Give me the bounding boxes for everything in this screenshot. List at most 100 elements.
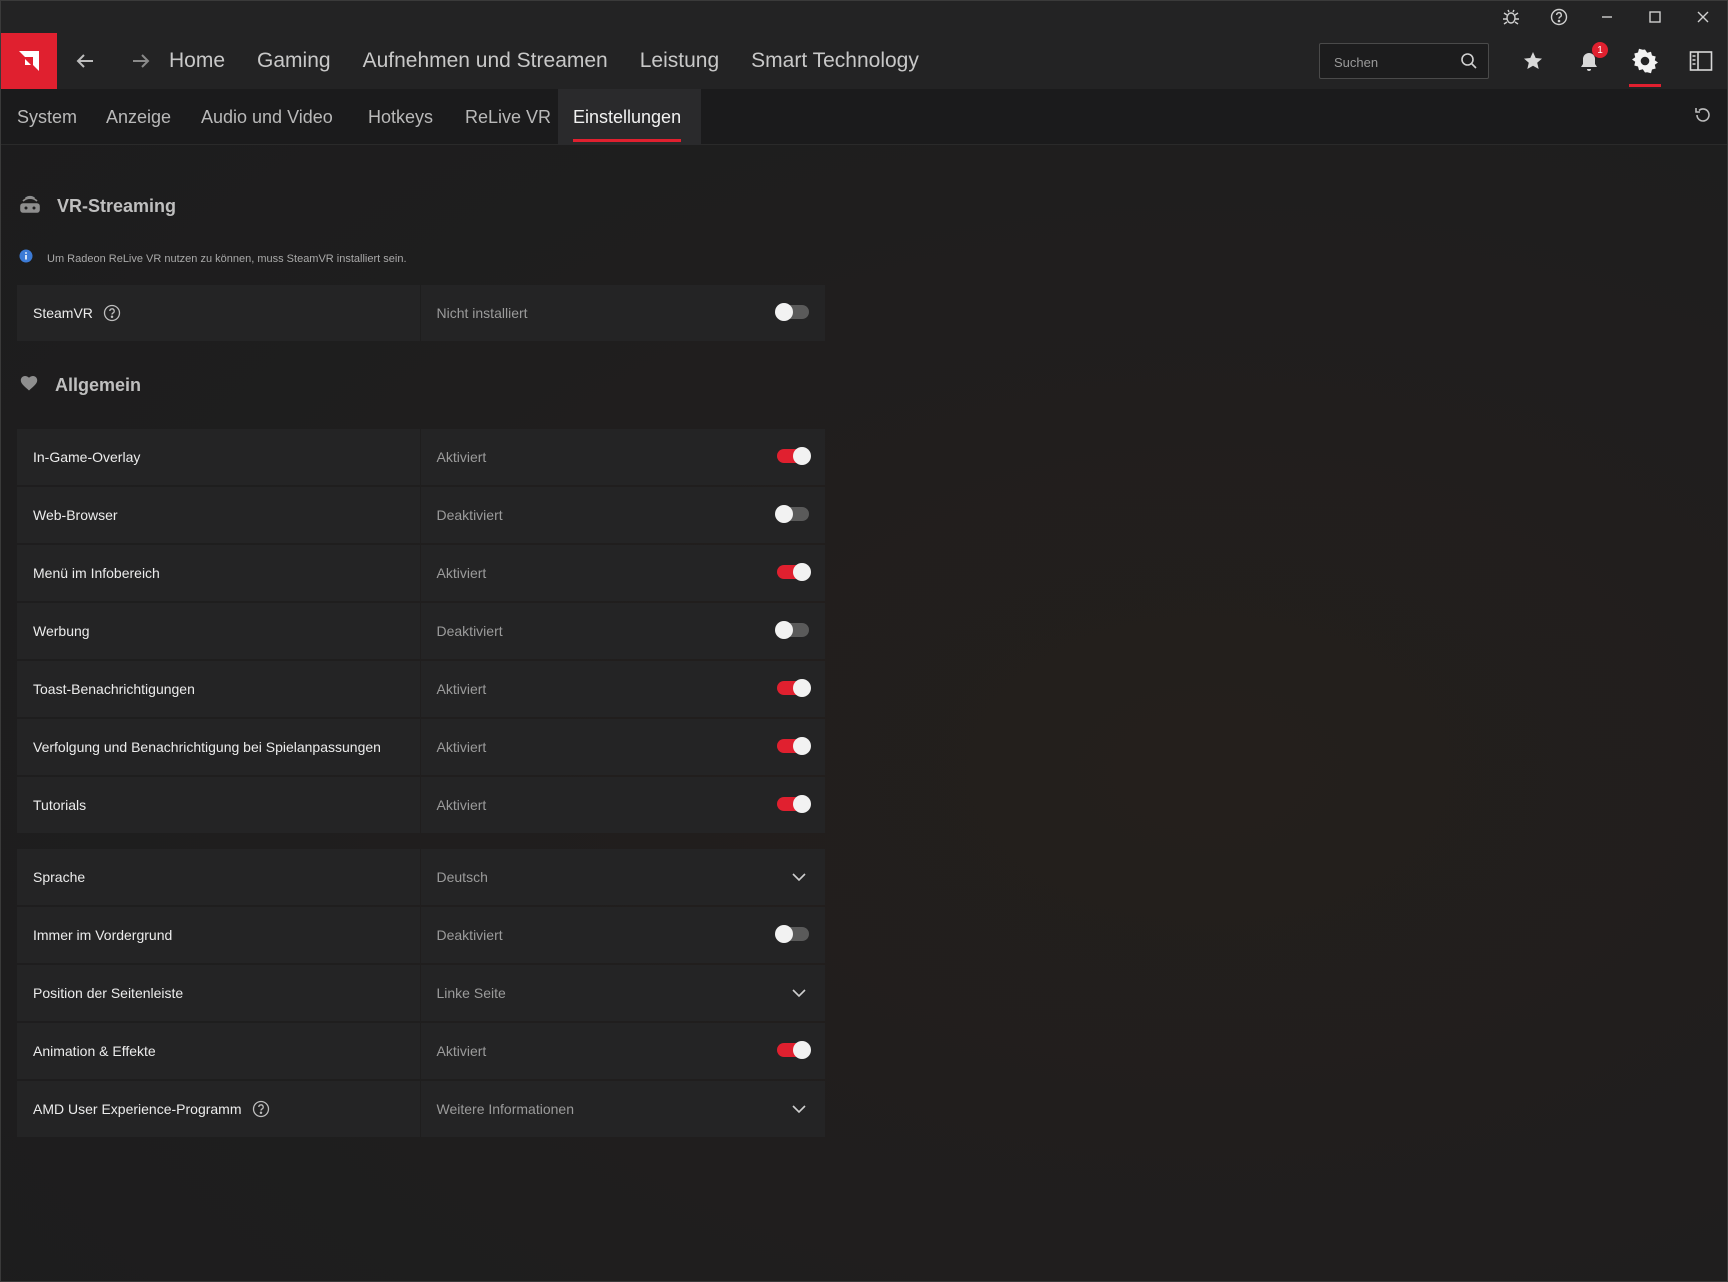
ux-program-label: AMD User Experience-Programm — [33, 1101, 242, 1117]
bug-report-icon[interactable] — [1487, 1, 1535, 33]
steamvr-label: SteamVR — [33, 305, 93, 321]
vr-streaming-heading: VR-Streaming — [19, 193, 176, 220]
info-text: Um Radeon ReLive VR nutzen zu können, mu… — [47, 252, 407, 265]
setting-row-tutorials: Tutorials Aktiviert — [17, 777, 825, 833]
row-label: AMD User Experience-Programm — [17, 1081, 420, 1137]
maximize-icon[interactable] — [1631, 1, 1679, 33]
tab-display[interactable]: Anzeige — [106, 89, 171, 145]
row-label: SteamVR — [17, 285, 420, 341]
app-window: Home Gaming Aufnehmen und Streamen Leist… — [0, 0, 1728, 1282]
setting-row-language[interactable]: Sprache Deutsch — [17, 849, 825, 905]
forward-arrow-icon[interactable] — [113, 33, 169, 89]
setting-row-in-game-overlay: In-Game-Overlay Aktiviert — [17, 429, 825, 485]
nav-record-stream[interactable]: Aufnehmen und Streamen — [363, 49, 608, 73]
row-label: Sprache — [17, 849, 420, 905]
always-on-top-toggle[interactable] — [775, 925, 809, 943]
reset-icon[interactable] — [1693, 105, 1713, 130]
favorites-star-icon[interactable] — [1505, 33, 1561, 89]
row-label: Immer im Vordergrund — [17, 907, 420, 963]
status-text: Aktiviert — [436, 1043, 487, 1059]
row-label: Toast-Benachrichtigungen — [17, 661, 420, 717]
chevron-down-icon[interactable] — [791, 985, 807, 1004]
animation-effects-toggle[interactable] — [777, 1041, 811, 1059]
nav-performance[interactable]: Leistung — [640, 49, 719, 73]
status-text: Deaktiviert — [436, 623, 503, 639]
sidebar-toggle-icon[interactable] — [1673, 33, 1728, 89]
status-text: Aktiviert — [436, 739, 487, 755]
selected-value: Linke Seite — [436, 985, 506, 1001]
general-heading: Allgemein — [19, 373, 141, 398]
steamvr-row: SteamVR Nicht installiert — [17, 285, 825, 341]
setting-row-advertising: Werbung Deaktiviert — [17, 603, 825, 659]
row-value: Deaktiviert — [420, 603, 825, 659]
game-tracking-toggle[interactable] — [777, 737, 811, 755]
search-box — [1319, 43, 1489, 79]
tutorials-toggle[interactable] — [777, 795, 811, 813]
heart-icon — [19, 373, 39, 398]
setting-row-game-tracking: Verfolgung und Benachrichtigung bei Spie… — [17, 719, 825, 775]
amd-logo-icon[interactable] — [1, 33, 57, 89]
advertising-toggle[interactable] — [775, 621, 809, 639]
tab-hotkeys[interactable]: Hotkeys — [368, 89, 433, 145]
tab-settings[interactable]: Einstellungen — [573, 89, 682, 145]
section-title: Allgemein — [55, 375, 142, 395]
steamvr-status: Nicht installiert — [436, 305, 528, 321]
setting-row-animation-effects: Animation & Effekte Aktiviert — [17, 1023, 825, 1079]
steamvr-toggle[interactable] — [775, 303, 809, 321]
row-label: Tutorials — [17, 777, 420, 833]
row-value: Aktiviert — [420, 429, 825, 485]
row-value: Nicht installiert — [420, 285, 825, 341]
row-label: Werbung — [17, 603, 420, 659]
notifications-bell-icon[interactable]: 1 — [1561, 33, 1617, 89]
row-value: Aktiviert — [420, 1023, 825, 1079]
sidebar-position-dropdown[interactable]: Linke Seite — [420, 965, 825, 1021]
ux-program-dropdown[interactable]: Weitere Informationen — [420, 1081, 825, 1137]
row-label: Verfolgung und Benachrichtigung bei Spie… — [17, 719, 420, 775]
main-nav: Home Gaming Aufnehmen und Streamen Leist… — [169, 33, 919, 89]
more-info-text: Weitere Informationen — [436, 1101, 574, 1117]
settings-active-indicator — [1629, 84, 1661, 87]
row-label: Animation & Effekte — [17, 1023, 420, 1079]
search-icon[interactable] — [1460, 52, 1478, 75]
notification-badge: 1 — [1592, 42, 1608, 58]
row-value: Deaktiviert — [420, 487, 825, 543]
tab-relive-vr[interactable]: ReLive VR — [465, 89, 551, 145]
toast-notifications-toggle[interactable] — [777, 679, 811, 697]
nav-home[interactable]: Home — [169, 49, 225, 73]
minimize-icon[interactable] — [1583, 1, 1631, 33]
setting-row-user-experience-program[interactable]: AMD User Experience-Programm Weitere Inf… — [17, 1081, 825, 1137]
tray-menu-toggle[interactable] — [777, 563, 811, 581]
setting-row-sidebar-position[interactable]: Position der Seitenleiste Linke Seite — [17, 965, 825, 1021]
chevron-down-icon[interactable] — [791, 1101, 807, 1120]
vr-headset-icon — [19, 193, 41, 220]
back-arrow-icon[interactable] — [57, 33, 113, 89]
chevron-down-icon[interactable] — [791, 869, 807, 888]
setting-row-always-on-top: Immer im Vordergrund Deaktiviert — [17, 907, 825, 963]
status-text: Deaktiviert — [436, 507, 503, 523]
tab-audio-video[interactable]: Audio und Video — [201, 89, 333, 145]
search-input[interactable] — [1334, 52, 1454, 72]
setting-row-toast-notifications: Toast-Benachrichtigungen Aktiviert — [17, 661, 825, 717]
help-circle-icon[interactable] — [103, 304, 121, 322]
row-value: Aktiviert — [420, 719, 825, 775]
status-text: Aktiviert — [436, 565, 487, 581]
web-browser-toggle[interactable] — [775, 505, 809, 523]
tab-system[interactable]: System — [17, 89, 77, 145]
setting-row-tray-menu: Menü im Infobereich Aktiviert — [17, 545, 825, 601]
setting-row-web-browser: Web-Browser Deaktiviert — [17, 487, 825, 543]
help-icon[interactable] — [1535, 1, 1583, 33]
language-dropdown[interactable]: Deutsch — [420, 849, 825, 905]
help-circle-icon[interactable] — [252, 1100, 270, 1118]
vr-info-note: Um Radeon ReLive VR nutzen zu können, mu… — [19, 249, 407, 268]
close-icon[interactable] — [1679, 1, 1727, 33]
row-label: Web-Browser — [17, 487, 420, 543]
title-bar — [1, 1, 1727, 33]
settings-gear-icon[interactable] — [1617, 33, 1673, 89]
row-value: Deaktiviert — [420, 907, 825, 963]
nav-smart-technology[interactable]: Smart Technology — [751, 49, 919, 73]
row-value: Aktiviert — [420, 777, 825, 833]
nav-gaming[interactable]: Gaming — [257, 49, 331, 73]
section-title: VR-Streaming — [57, 196, 177, 216]
row-label: In-Game-Overlay — [17, 429, 420, 485]
in-game-overlay-toggle[interactable] — [777, 447, 811, 465]
